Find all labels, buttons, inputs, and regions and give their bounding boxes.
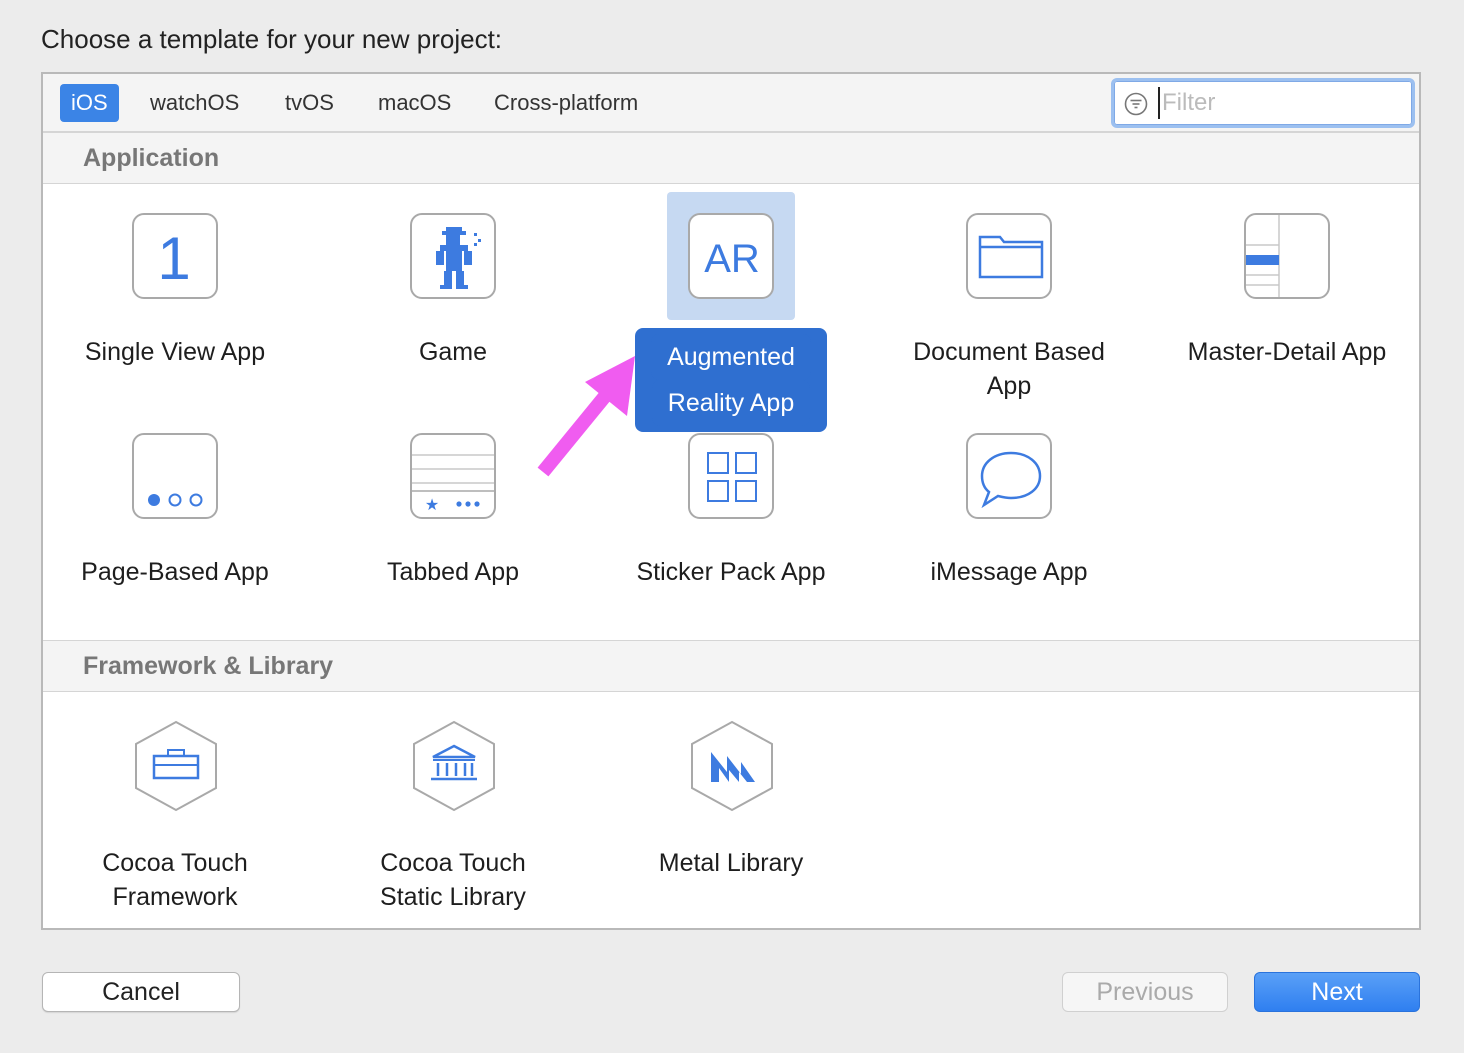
filter-field[interactable] [1111, 78, 1415, 128]
master-detail-icon [1244, 213, 1330, 299]
sticker-grid-icon [688, 433, 774, 519]
tab-tvos[interactable]: tvOS [274, 84, 345, 122]
label-line: App [986, 372, 1032, 400]
section-header-framework-library: Framework & Library [43, 640, 1419, 692]
tab-ios[interactable]: iOS [60, 84, 119, 122]
ar-icon: AR [688, 213, 774, 299]
toolbox-icon [135, 720, 217, 812]
template-metal-library[interactable]: Metal Library [601, 702, 861, 922]
cancel-button[interactable]: Cancel [42, 972, 240, 1012]
folder-icon [966, 213, 1052, 299]
tab-watchos[interactable]: watchOS [139, 84, 250, 122]
label-line: Document Based [913, 338, 1105, 366]
dialog-title: Choose a template for your new project: [41, 24, 503, 54]
tab-cross-platform[interactable]: Cross-platform [483, 84, 649, 122]
selection-highlight: AR [667, 192, 795, 320]
page-dots-icon [132, 433, 218, 519]
template-panel: iOS watchOS tvOS macOS Cross-platform Ap… [41, 72, 1421, 930]
template-master-detail-app[interactable]: Master-Detail App [1157, 192, 1417, 412]
label-line: Cocoa Touch [102, 849, 248, 877]
label-line: Static Library [380, 883, 526, 911]
template-label: Single View App [84, 338, 266, 366]
metal-icon [691, 720, 773, 812]
label-line: Framework [112, 883, 238, 911]
template-label: Sticker Pack App [636, 558, 826, 586]
filter-input[interactable] [1158, 87, 1408, 119]
single-view-icon: 1 [132, 213, 218, 299]
template-single-view-app[interactable]: 1 Single View App [45, 192, 305, 412]
template-label: Master-Detail App [1187, 338, 1387, 366]
message-bubble-icon [966, 433, 1052, 519]
template-page-based-app[interactable]: Page-Based App [45, 412, 305, 632]
template-document-based-app[interactable]: Document Based App [879, 192, 1139, 412]
annotation-arrow-icon [537, 356, 635, 477]
section-header-application: Application [43, 132, 1419, 184]
template-label: Cocoa Touch Framework [45, 846, 305, 914]
label-line: Augmented [651, 334, 811, 380]
svg-text:★: ★ [425, 495, 439, 514]
svg-text:1: 1 [157, 225, 190, 292]
template-cocoa-touch-static-library[interactable]: Cocoa Touch Static Library [323, 702, 583, 922]
tabbed-icon: ★ [410, 433, 496, 519]
template-label: Tabbed App [386, 558, 520, 586]
previous-button[interactable]: Previous [1062, 972, 1228, 1012]
svg-text:AR: AR [704, 237, 760, 281]
template-label: Page-Based App [81, 558, 269, 586]
template-label: Document Based App [879, 335, 1139, 403]
template-label: Metal Library [658, 849, 804, 877]
label-line: Cocoa Touch [380, 849, 526, 877]
library-building-icon [413, 720, 495, 812]
platform-tab-bar: iOS watchOS tvOS macOS Cross-platform [43, 74, 1419, 132]
tab-macos[interactable]: macOS [367, 84, 462, 122]
template-label: iMessage App [930, 558, 1088, 586]
next-button[interactable]: Next [1254, 972, 1420, 1012]
template-label: Cocoa Touch Static Library [323, 846, 583, 914]
filter-icon [1124, 92, 1148, 116]
game-icon [410, 213, 496, 299]
template-cocoa-touch-framework[interactable]: Cocoa Touch Framework [45, 702, 305, 922]
template-imessage-app[interactable]: iMessage App [879, 412, 1139, 632]
